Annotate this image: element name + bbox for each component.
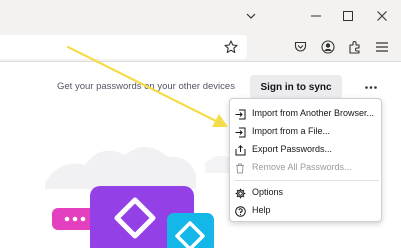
navigation-toolbar [0, 32, 401, 62]
menu-item-label: Export Passwords... [252, 144, 333, 154]
menu-separator [234, 180, 379, 181]
menu-item-label: Import from a File... [252, 126, 331, 136]
passwords-options-menu: Import from Another Browser... Import fr… [229, 98, 382, 222]
menu-item-import-from-file[interactable]: Import from a File... [230, 123, 383, 141]
menu-item-label: Remove All Passwords... [252, 162, 352, 172]
import-icon [234, 126, 246, 138]
menu-item-label: Import from Another Browser... [252, 108, 375, 118]
extensions-icon[interactable] [345, 37, 365, 57]
firefox-window: Get your passwords on your other devices… [0, 0, 401, 248]
minimize-icon[interactable] [305, 6, 327, 26]
pocket-icon[interactable] [290, 37, 310, 57]
hamburger-menu-icon[interactable] [372, 37, 392, 57]
export-icon [234, 144, 246, 156]
menu-item-label: Options [252, 187, 284, 197]
help-icon [234, 205, 246, 217]
trash-icon [234, 162, 246, 174]
bookmark-star-icon[interactable] [221, 37, 241, 57]
import-icon [234, 108, 246, 120]
menu-item-options[interactable]: Options [230, 184, 383, 202]
chevron-down-icon[interactable] [240, 6, 262, 26]
menu-item-label: Help [252, 205, 271, 215]
address-bar[interactable] [0, 35, 247, 59]
close-icon[interactable] [371, 6, 393, 26]
menu-item-import-from-browser[interactable]: Import from Another Browser... [230, 105, 383, 123]
account-icon[interactable] [318, 37, 338, 57]
title-bar [0, 0, 401, 32]
gear-icon [234, 187, 246, 199]
maximize-icon[interactable] [337, 6, 359, 26]
menu-item-help[interactable]: Help [230, 202, 383, 220]
menu-item-export-passwords[interactable]: Export Passwords... [230, 141, 383, 159]
menu-item-remove-all-passwords: Remove All Passwords... [230, 159, 383, 177]
